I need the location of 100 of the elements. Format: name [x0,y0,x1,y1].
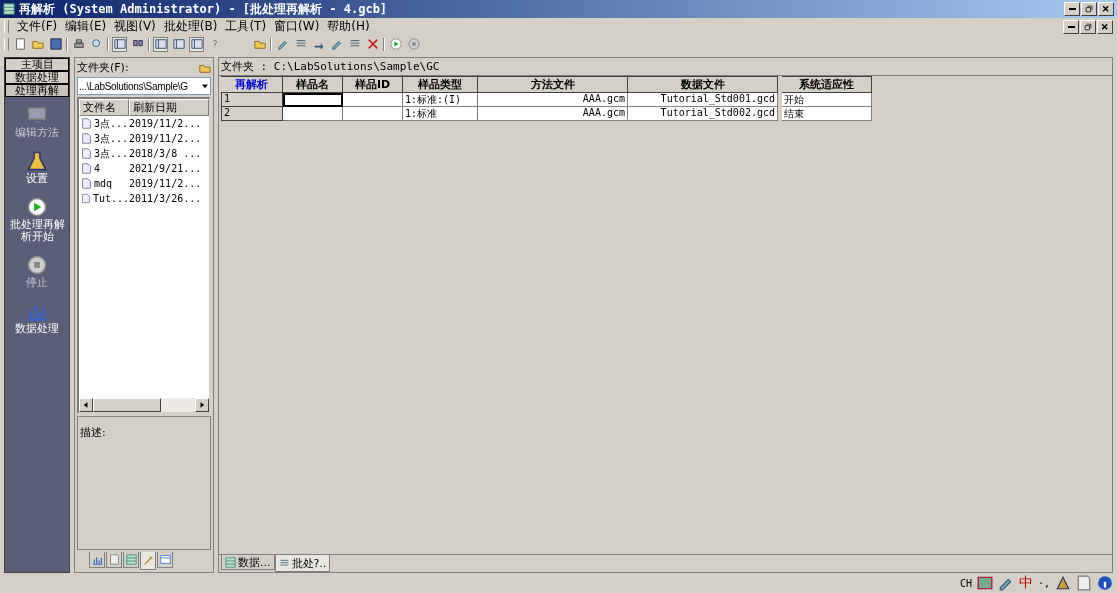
row-header[interactable]: 2 [221,107,283,121]
document-icon [108,554,120,565]
column-header[interactable]: 样品ID [343,76,403,93]
pencil-icon [276,38,289,50]
view-tab[interactable]: 数据... [221,555,275,570]
keyboard-icon [976,575,993,591]
table-cell[interactable]: AAA.gcm [478,107,628,121]
file-name[interactable]: mdq [94,178,113,189]
table-cell[interactable]: 1:标准:(I) [403,93,478,107]
folder-dropdown[interactable]: ...\LabSolutions\Sample\G [77,77,211,95]
nav-tab[interactable]: 数据处理 [5,71,69,84]
table-cell[interactable]: 1:标准 [403,107,478,121]
restore-button[interactable] [1081,2,1097,16]
table-cell[interactable] [283,107,343,121]
minimize-button[interactable] [1063,19,1079,34]
table-cell[interactable]: 结束 [782,107,872,121]
nav-item[interactable]: 设置 [5,143,69,189]
column-header[interactable]: 样品类型 [403,76,478,93]
view-tab[interactable]: 批处?.. [274,555,331,572]
window-title: 再解析 (System Administrator) - [批处理再解析 - 4.gcb] [19,0,389,18]
file-date: 2019/11/2... [129,178,203,189]
toolbar-button[interactable] [171,36,186,52]
table-cell[interactable] [283,93,343,107]
cross-icon [366,38,379,50]
close-icon [1100,21,1110,32]
file-icon [81,118,92,129]
toolbar-button[interactable] [153,36,168,52]
menu-item[interactable]: 批处理(B) [163,18,218,35]
column-header[interactable]: 样品名 [283,76,343,93]
toolbar-button[interactable] [112,36,127,52]
row-header[interactable]: 1 [221,93,283,107]
file-icon [81,193,91,204]
restore-button[interactable] [1080,19,1096,34]
restore-icon [1084,4,1094,14]
panel-tab[interactable] [106,552,122,568]
panel-tab[interactable] [89,552,105,568]
close-button[interactable] [1097,19,1113,34]
flask-icon [27,151,47,171]
language-indicator[interactable]: 中 [1018,574,1033,592]
column-header[interactable]: 方法文件 [478,76,628,93]
nav-tab[interactable]: 处理再解 [5,84,69,97]
file-date: 2019/11/2... [129,118,203,129]
document-icon [1076,575,1092,591]
list-icon [278,557,290,569]
minimize-icon [1068,8,1076,10]
file-name[interactable]: Tut... [92,193,129,204]
file-icon [81,178,92,189]
folder-icon [31,38,44,50]
file-date: 2021/9/21... [129,163,203,174]
menu-item[interactable]: 视图(V) [114,18,156,35]
description-label: 描述: [80,426,106,439]
app-icon [3,3,15,15]
file-name[interactable]: 4 [94,163,101,174]
printer-icon [72,38,85,50]
column-header[interactable]: 数据文件 [628,76,778,93]
toolbar-button[interactable] [48,36,63,52]
panel-tab[interactable] [123,552,139,568]
table-cell[interactable]: 开始 [782,93,872,107]
table-cell[interactable] [343,93,403,107]
menu-item[interactable]: 窗口(W) [274,18,320,35]
table-cell[interactable] [343,107,403,121]
minimize-button[interactable] [1064,2,1080,16]
file-icon [81,148,92,159]
panel-icon [113,38,126,50]
sheet-icon [125,554,137,565]
file-name[interactable]: 3点... [94,116,129,131]
toolbar-button[interactable] [365,36,380,52]
scrollbar[interactable] [79,398,209,412]
column-header[interactable]: 系统适应性 [782,76,872,93]
panel-tab[interactable] [157,552,173,568]
play-icon [27,197,47,217]
restore-icon [1083,21,1093,32]
window-icon [159,554,171,565]
file-name[interactable]: 3点... [94,146,129,161]
menu-item[interactable]: 文件(F) [17,18,58,35]
table-cell[interactable]: AAA.gcm [478,93,628,107]
file-icon [81,163,92,174]
column-header[interactable]: 再解析 [221,76,283,93]
help-icon [1097,575,1113,591]
folder-label: 文件夹(F): [77,60,129,75]
pencil-icon [330,38,343,50]
table-cell[interactable]: Tutorial_Std001.gcd [628,93,778,107]
menu-item[interactable]: 帮助(H) [327,18,370,35]
panel-icon [190,38,203,50]
nav-item[interactable]: 数据处理 [5,293,69,339]
punctuation-indicator[interactable]: ·, [1037,577,1050,589]
table-cell[interactable]: Tutorial_Std002.gcd [628,107,778,121]
menu-item[interactable]: 工具(T) [225,18,267,35]
panel-icon [172,38,185,50]
column-header[interactable]: 文件名 [79,99,129,116]
toolbox-icon [1055,575,1071,591]
menu-item[interactable]: 编辑(E) [65,18,107,35]
close-button[interactable] [1098,2,1114,16]
nav-tab[interactable]: 主项目 [5,58,69,71]
toolbar-button[interactable] [189,36,204,52]
column-header[interactable]: 刷新日期 [129,99,209,116]
panel-tab[interactable] [140,552,156,570]
file-date: 2018/3/8 ... [129,148,203,159]
file-name[interactable]: 3点... [94,131,129,146]
nav-item[interactable]: 批处理再解析开始 [5,189,69,247]
